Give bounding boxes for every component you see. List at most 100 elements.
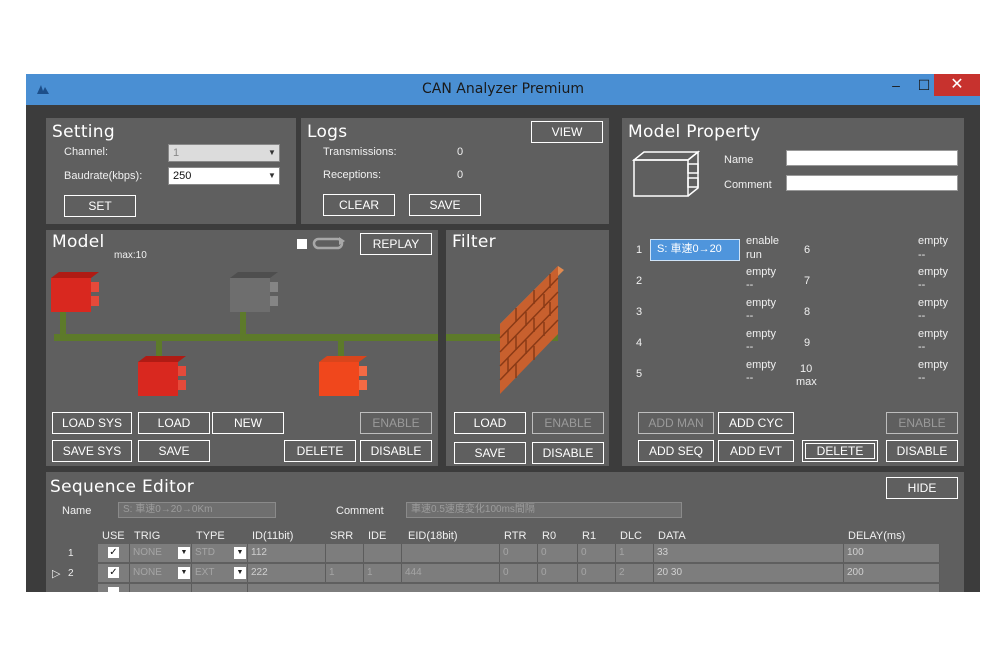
srr-cell[interactable]: 1 — [326, 564, 364, 582]
sequence-name-input[interactable]: S: 車速0→20→0Km — [118, 502, 276, 518]
channel-select[interactable]: 1 ▼ — [168, 144, 280, 162]
r0-cell[interactable]: 0 — [538, 564, 578, 582]
property-comment-label: Comment — [724, 179, 772, 191]
sequence-name-label: Name — [62, 505, 92, 517]
model-load-button[interactable]: LOAD — [138, 412, 210, 434]
add-seq-button[interactable]: ADD SEQ — [638, 440, 714, 462]
logs-save-button[interactable]: SAVE — [409, 194, 481, 216]
chevron-down-icon[interactable]: ▼ — [234, 567, 246, 579]
model-panel: Model max:10 REPLAY LOAD SYS LOAD NEW EN… — [46, 230, 438, 466]
col-header-trig: TRIG — [134, 530, 161, 542]
model-enable-button[interactable]: ENABLE — [360, 412, 432, 434]
use-checkbox[interactable]: ✓ — [108, 547, 119, 558]
slot-item-selected[interactable]: S: 車速0→20 — [650, 239, 740, 261]
setting-title: Setting — [52, 122, 115, 142]
close-button[interactable]: ✕ — [934, 74, 980, 96]
eid-cell[interactable]: 444 — [402, 564, 500, 582]
view-button[interactable]: VIEW — [531, 121, 603, 143]
property-comment-input[interactable] — [786, 175, 958, 191]
use-checkbox[interactable]: ✓ — [108, 567, 119, 578]
filter-panel: Filter LOAD ENABLE SAVE DISABLE — [446, 230, 609, 466]
rtr-cell[interactable]: 0 — [500, 544, 538, 562]
ecu-node-icon[interactable] — [51, 272, 99, 312]
replay-button[interactable]: REPLAY — [360, 233, 432, 255]
hide-button[interactable]: HIDE — [886, 477, 958, 499]
model-disable-button[interactable]: DISABLE — [360, 440, 432, 462]
logs-title: Logs — [307, 122, 348, 142]
chevron-down-icon[interactable]: ▼ — [178, 547, 190, 559]
model-save-sys-button[interactable]: SAVE SYS — [52, 440, 132, 462]
filter-save-button[interactable]: SAVE — [454, 442, 526, 464]
srr-cell[interactable] — [326, 544, 364, 562]
ecu-node-icon[interactable] — [319, 356, 367, 396]
slot-number: 10 — [800, 363, 813, 375]
dlc-cell[interactable]: 2 — [616, 564, 654, 582]
ide-cell[interactable]: 1 — [364, 564, 402, 582]
sequence-comment-input[interactable]: 車速0.5速度変化100ms間隔 — [406, 502, 682, 518]
chevron-down-icon[interactable]: ▼ — [234, 547, 246, 559]
id-cell[interactable] — [248, 584, 940, 592]
baudrate-label: Baudrate(kbps): — [64, 170, 143, 182]
table-row[interactable] — [46, 584, 964, 592]
firewall-icon — [499, 266, 564, 394]
col-header-use: USE — [102, 530, 125, 542]
slot-state: empty — [918, 266, 948, 278]
slot-sub: run — [746, 249, 762, 261]
filter-disable-button[interactable]: DISABLE — [532, 442, 604, 464]
r0-cell[interactable]: 0 — [538, 544, 578, 562]
property-disable-button[interactable]: DISABLE — [886, 440, 958, 462]
baudrate-select[interactable]: 250 ▼ — [168, 167, 280, 185]
property-enable-button[interactable]: ENABLE — [886, 412, 958, 434]
channel-value: 1 — [173, 147, 180, 159]
trig-cell[interactable] — [130, 584, 192, 592]
chevron-down-icon[interactable]: ▼ — [178, 567, 190, 579]
app-window: CAN Analyzer Premium – ☐ ✕ Setting Chann… — [26, 74, 980, 592]
col-header-r0: R0 — [542, 530, 557, 542]
model-save-button[interactable]: SAVE — [138, 440, 210, 462]
table-row[interactable]: 1 ✓ NONE ▼ STD ▼ 112 0 0 0 1 33 100 — [46, 544, 964, 562]
filter-load-button[interactable]: LOAD — [454, 412, 526, 434]
add-evt-button[interactable]: ADD EVT — [718, 440, 794, 462]
model-delete-button[interactable]: DELETE — [284, 440, 356, 462]
col-header-id: ID(11bit) — [252, 530, 294, 542]
add-man-button[interactable]: ADD MAN — [638, 412, 714, 434]
setting-panel: Setting Channel: 1 ▼ Baudrate(kbps): 250… — [46, 118, 296, 224]
row-number: 2 — [68, 568, 74, 579]
r1-cell[interactable]: 0 — [578, 544, 616, 562]
model-box-icon — [632, 150, 701, 197]
slot-sub: -- — [746, 279, 754, 291]
ide-cell[interactable] — [364, 544, 402, 562]
rtr-cell[interactable]: 0 — [500, 564, 538, 582]
chevron-down-icon: ▼ — [268, 171, 276, 180]
set-button[interactable]: SET — [64, 195, 136, 217]
slot-state: empty — [746, 297, 776, 309]
chevron-down-icon: ▼ — [268, 148, 276, 157]
property-delete-button[interactable]: DELETE — [802, 440, 878, 462]
model-new-button[interactable]: NEW — [212, 412, 284, 434]
add-cyc-button[interactable]: ADD CYC — [718, 412, 794, 434]
use-checkbox[interactable] — [108, 587, 119, 592]
model-load-sys-button[interactable]: LOAD SYS — [52, 412, 132, 434]
id-cell[interactable]: 222 — [248, 564, 326, 582]
logs-clear-button[interactable]: CLEAR — [323, 194, 395, 216]
col-header-ide: IDE — [368, 530, 387, 542]
type-cell[interactable] — [192, 584, 248, 592]
delay-cell[interactable]: 200 — [844, 564, 940, 582]
data-cell[interactable]: 33 — [654, 544, 844, 562]
dlc-cell[interactable]: 1 — [616, 544, 654, 562]
eid-cell[interactable] — [402, 544, 500, 562]
slot-number: 6 — [804, 244, 811, 256]
minimize-button[interactable]: – — [882, 74, 910, 96]
r1-cell[interactable]: 0 — [578, 564, 616, 582]
replay-loop-checkbox[interactable] — [297, 239, 307, 249]
delay-cell[interactable]: 100 — [844, 544, 940, 562]
ecu-node-inactive-icon[interactable] — [230, 272, 278, 312]
table-row[interactable]: ▷ 2 ✓ NONE ▼ EXT ▼ 222 1 1 444 0 0 0 2 2… — [46, 564, 964, 582]
ecu-node-icon[interactable] — [138, 356, 186, 396]
filter-enable-button[interactable]: ENABLE — [532, 412, 604, 434]
id-cell[interactable]: 112 — [248, 544, 326, 562]
title-bar: CAN Analyzer Premium – ☐ ✕ — [26, 74, 980, 105]
data-cell[interactable]: 20 30 — [654, 564, 844, 582]
slot-sub: -- — [746, 341, 754, 353]
property-name-input[interactable] — [786, 150, 958, 166]
